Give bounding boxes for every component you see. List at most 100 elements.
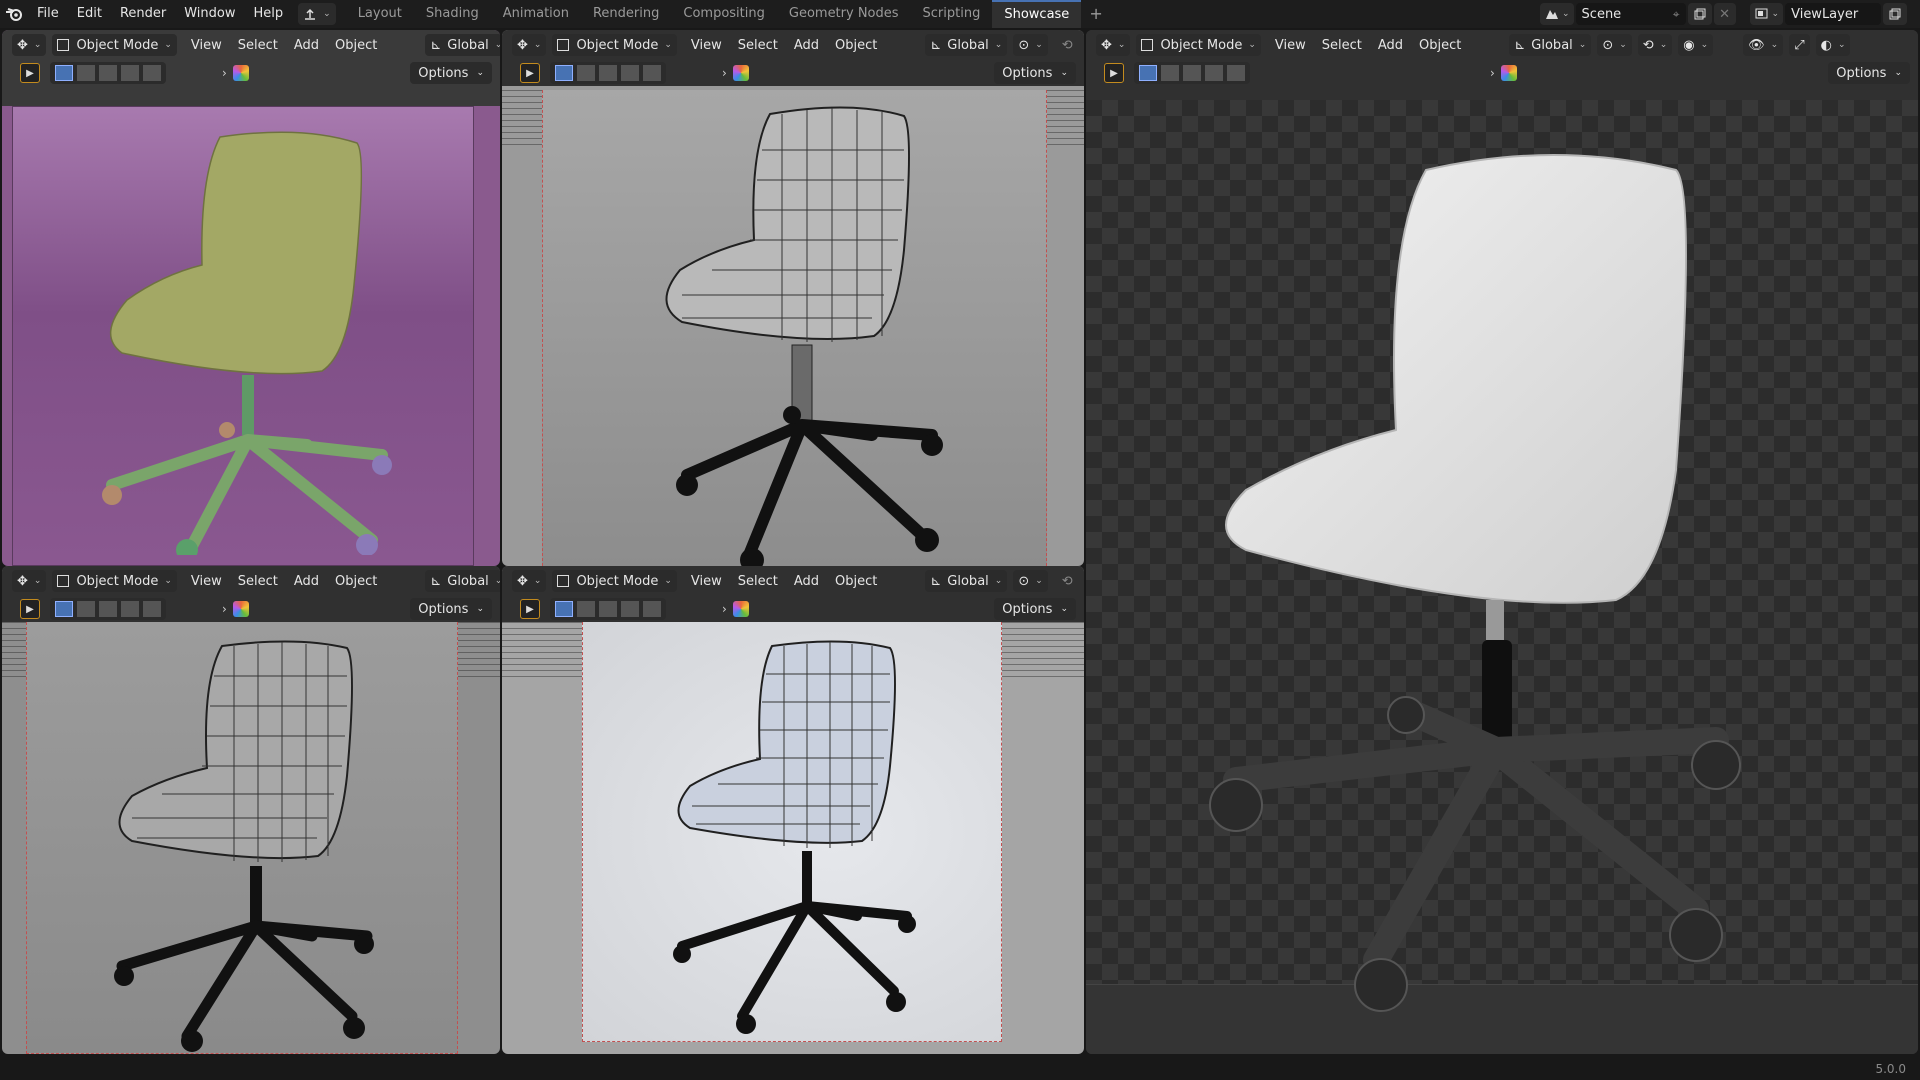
menu-object[interactable]: Object [327, 34, 385, 56]
viewport-bottom-middle[interactable]: ✥ ⌄ Object Mode ⌄ View Select Add Object ⊾… [502, 566, 1084, 1054]
orientation-dropdown[interactable]: ⊾ Global ⌄ [925, 34, 1008, 56]
chevron-right-icon[interactable]: › [722, 602, 727, 616]
orientation-dropdown[interactable]: ⊾ Global ⌄ [925, 570, 1008, 592]
snap-button[interactable]: ⟲ ⌄ [1637, 34, 1673, 56]
select-box-icon[interactable]: ▶ [20, 63, 40, 83]
view-layer-type-button[interactable]: ⌄ [1749, 3, 1784, 25]
menu-select[interactable]: Select [730, 570, 786, 592]
tab-shading[interactable]: Shading [414, 0, 491, 28]
mode-dropdown[interactable]: Object Mode ⌄ [52, 34, 177, 56]
proportional-button[interactable]: ◉ ⌄ [1678, 34, 1714, 56]
menu-view[interactable]: View [183, 34, 230, 56]
mode-dropdown[interactable]: Object Mode ⌄ [52, 570, 177, 592]
navigation-gizmo-icon[interactable] [732, 65, 749, 81]
mode-dropdown[interactable]: Object Mode ⌄ [552, 34, 677, 56]
options-button[interactable]: Options ⌄ [410, 598, 492, 620]
editor-type-button[interactable]: ✥ ⌄ [12, 34, 47, 56]
blender-logo-icon[interactable] [0, 0, 28, 28]
editor-type-button[interactable]: ✥ ⌄ [512, 570, 547, 592]
pivot-button[interactable]: ⊙ ⌄ [1597, 34, 1632, 56]
menu-add[interactable]: Add [286, 34, 327, 56]
menu-file[interactable]: File [28, 0, 68, 28]
menu-add[interactable]: Add [1370, 34, 1411, 56]
menu-view[interactable]: View [683, 570, 730, 592]
menu-render[interactable]: Render [111, 0, 175, 28]
menu-object[interactable]: Object [827, 570, 885, 592]
viewport-top-left[interactable]: ✥ ⌄ Object Mode ⌄ View Select Add Object ⊾… [2, 30, 500, 566]
viewport-bottom-left[interactable]: ✥ ⌄ Object Mode ⌄ View Select Add Object ⊾… [2, 566, 500, 1054]
delete-scene-button[interactable]: ✕ [1713, 3, 1736, 25]
chevron-right-icon[interactable]: › [1490, 66, 1495, 80]
menu-add[interactable]: Add [286, 570, 327, 592]
select-box-icon[interactable]: ▶ [520, 63, 540, 83]
scene-type-button[interactable]: ⌄ [1540, 3, 1574, 25]
tab-showcase[interactable]: Showcase [992, 0, 1082, 28]
view-layer-field[interactable]: ViewLayer [1785, 3, 1882, 25]
menu-view[interactable]: View [1267, 34, 1314, 56]
tab-rendering[interactable]: Rendering [581, 0, 671, 28]
editor-type-button[interactable]: ✥ ⌄ [1096, 34, 1131, 56]
select-box-icon[interactable]: ▶ [520, 599, 540, 619]
selection-mode-group[interactable] [1134, 62, 1250, 84]
menu-object[interactable]: Object [1411, 34, 1469, 56]
menu-help[interactable]: Help [245, 0, 293, 28]
tab-animation[interactable]: Animation [491, 0, 581, 28]
mode-dropdown[interactable]: Object Mode ⌄ [1136, 34, 1261, 56]
navigation-gizmo-icon[interactable] [732, 601, 749, 617]
options-button[interactable]: Options ⌄ [1828, 62, 1910, 84]
menu-select[interactable]: Select [730, 34, 786, 56]
snap-button[interactable]: ⟲ [1054, 34, 1081, 56]
pivot-button[interactable]: ⊙ ⌄ [1013, 570, 1048, 592]
navigation-gizmo-icon[interactable] [232, 65, 249, 81]
navigation-gizmo-icon[interactable] [1500, 65, 1517, 81]
pivot-button[interactable]: ⊙ ⌄ [1013, 34, 1048, 56]
new-view-layer-button[interactable] [1883, 3, 1908, 25]
tab-scripting[interactable]: Scripting [911, 0, 993, 28]
scene-name-field[interactable]: Scene ⌖ [1575, 3, 1686, 25]
selection-mode-group[interactable] [50, 598, 166, 620]
upload-menu-button[interactable]: ⌄ [298, 3, 336, 25]
selection-mode-group[interactable] [50, 62, 166, 84]
shading-button[interactable]: ◐ ⌄ [1815, 34, 1851, 56]
chevron-right-icon[interactable]: › [222, 602, 227, 616]
menu-edit[interactable]: Edit [68, 0, 111, 28]
pivot-icon: ⊙ [1018, 37, 1030, 53]
tab-geometry-nodes[interactable]: Geometry Nodes [777, 0, 911, 28]
orientation-dropdown[interactable]: ⊾ Global ⌄ [425, 34, 500, 56]
chevron-right-icon[interactable]: › [222, 66, 227, 80]
pin-icon[interactable]: ⌖ [1673, 7, 1680, 22]
orientation-dropdown[interactable]: ⊾ Global ⌄ [425, 570, 500, 592]
select-box-icon[interactable]: ▶ [1104, 63, 1124, 83]
chevron-right-icon[interactable]: › [722, 66, 727, 80]
menu-select[interactable]: Select [230, 34, 286, 56]
selection-mode-group[interactable] [550, 62, 666, 84]
tab-compositing[interactable]: Compositing [671, 0, 777, 28]
editor-type-button[interactable]: ✥ ⌄ [12, 570, 47, 592]
editor-type-button[interactable]: ✥ ⌄ [512, 34, 547, 56]
options-button[interactable]: Options ⌄ [410, 62, 492, 84]
menu-view[interactable]: View [183, 570, 230, 592]
selection-mode-group[interactable] [550, 598, 666, 620]
navigation-gizmo-icon[interactable] [232, 601, 249, 617]
menu-window[interactable]: Window [175, 0, 244, 28]
tab-layout[interactable]: Layout [346, 0, 414, 28]
visibility-button[interactable]: 👁 ⌄ [1743, 34, 1784, 56]
gizmo-toggle-button[interactable]: ⤢ [1789, 34, 1810, 56]
viewport-right[interactable]: ✥ ⌄ Object Mode ⌄ View Select Add Object ⊾… [1086, 30, 1918, 1054]
menu-select[interactable]: Select [230, 570, 286, 592]
menu-view[interactable]: View [683, 34, 730, 56]
viewport-top-middle[interactable]: ✥ ⌄ Object Mode ⌄ View Select Add Object ⊾… [502, 30, 1084, 566]
menu-select[interactable]: Select [1314, 34, 1370, 56]
menu-object[interactable]: Object [827, 34, 885, 56]
add-workspace-button[interactable]: + [1081, 0, 1110, 28]
menu-add[interactable]: Add [786, 34, 827, 56]
orientation-dropdown[interactable]: ⊾ Global ⌄ [1509, 34, 1592, 56]
select-box-icon[interactable]: ▶ [20, 599, 40, 619]
mode-dropdown[interactable]: Object Mode ⌄ [552, 570, 677, 592]
new-scene-button[interactable] [1687, 3, 1712, 25]
snap-button[interactable]: ⟲ [1054, 570, 1081, 592]
options-button[interactable]: Options ⌄ [994, 598, 1076, 620]
options-button[interactable]: Options ⌄ [994, 62, 1076, 84]
menu-add[interactable]: Add [786, 570, 827, 592]
menu-object[interactable]: Object [327, 570, 385, 592]
